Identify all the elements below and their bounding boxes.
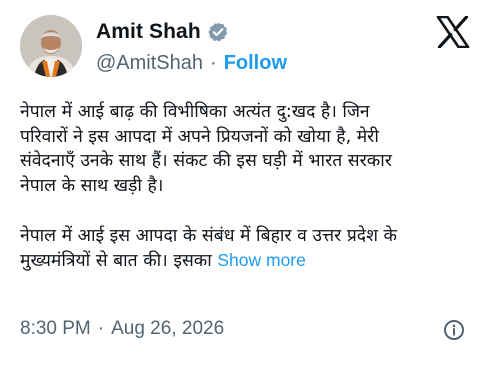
tweet-line: मुख्यमंत्रियों से बात की। इसका [20, 251, 212, 272]
tweet-line-with-show-more: मुख्यमंत्रियों से बात की। इसका Show more [20, 248, 490, 274]
tweet-text: नेपाल में आई बाढ़ की विभीषिका अत्यंत दु:… [20, 100, 490, 274]
tweet-paragraph-1: नेपाल में आई बाढ़ की विभीषिका अत्यंत दु:… [20, 100, 490, 199]
avatar-image [20, 15, 82, 77]
tweet-line: परिवारों ने इस आपदा में अपने प्रियजनों क… [20, 126, 379, 147]
handle-separator: · [210, 52, 217, 74]
author-display-name[interactable]: Amit Shah [96, 20, 201, 44]
author-handle-row: @AmitShah · Follow [96, 52, 287, 75]
tweet-meta: 8:30 PM · Aug 26, 2026 [20, 318, 224, 340]
tweet-line: संवेदनाएँ उनके साथ हैं। संकट की इस घड़ी … [20, 151, 392, 172]
tweet-line: नेपाल के साथ खड़ी है। [20, 176, 164, 197]
info-icon[interactable] [443, 319, 465, 341]
verified-badge-icon [207, 21, 229, 43]
tweet-time[interactable]: 8:30 PM [20, 318, 91, 340]
tweet-paragraph-2: नेपाल में आई इस आपदा के संबंध में बिहार … [20, 224, 490, 274]
x-logo-icon[interactable] [436, 15, 470, 49]
tweet-line: नेपाल में आई इस आपदा के संबंध में बिहार … [20, 225, 397, 246]
show-more-link[interactable]: Show more [217, 250, 306, 270]
author-name-row: Amit Shah [96, 20, 229, 44]
meta-separator: · [97, 318, 105, 339]
follow-button[interactable]: Follow [224, 52, 287, 75]
tweet-line: नेपाल में आई बाढ़ की विभीषिका अत्यंत दु:… [20, 102, 370, 122]
avatar[interactable] [20, 15, 82, 77]
author-handle[interactable]: @AmitShah [96, 52, 203, 75]
tweet-date[interactable]: Aug 26, 2026 [111, 318, 224, 340]
tweet-card: Amit Shah @AmitShah · Follow नेपाल में आ… [0, 0, 500, 369]
